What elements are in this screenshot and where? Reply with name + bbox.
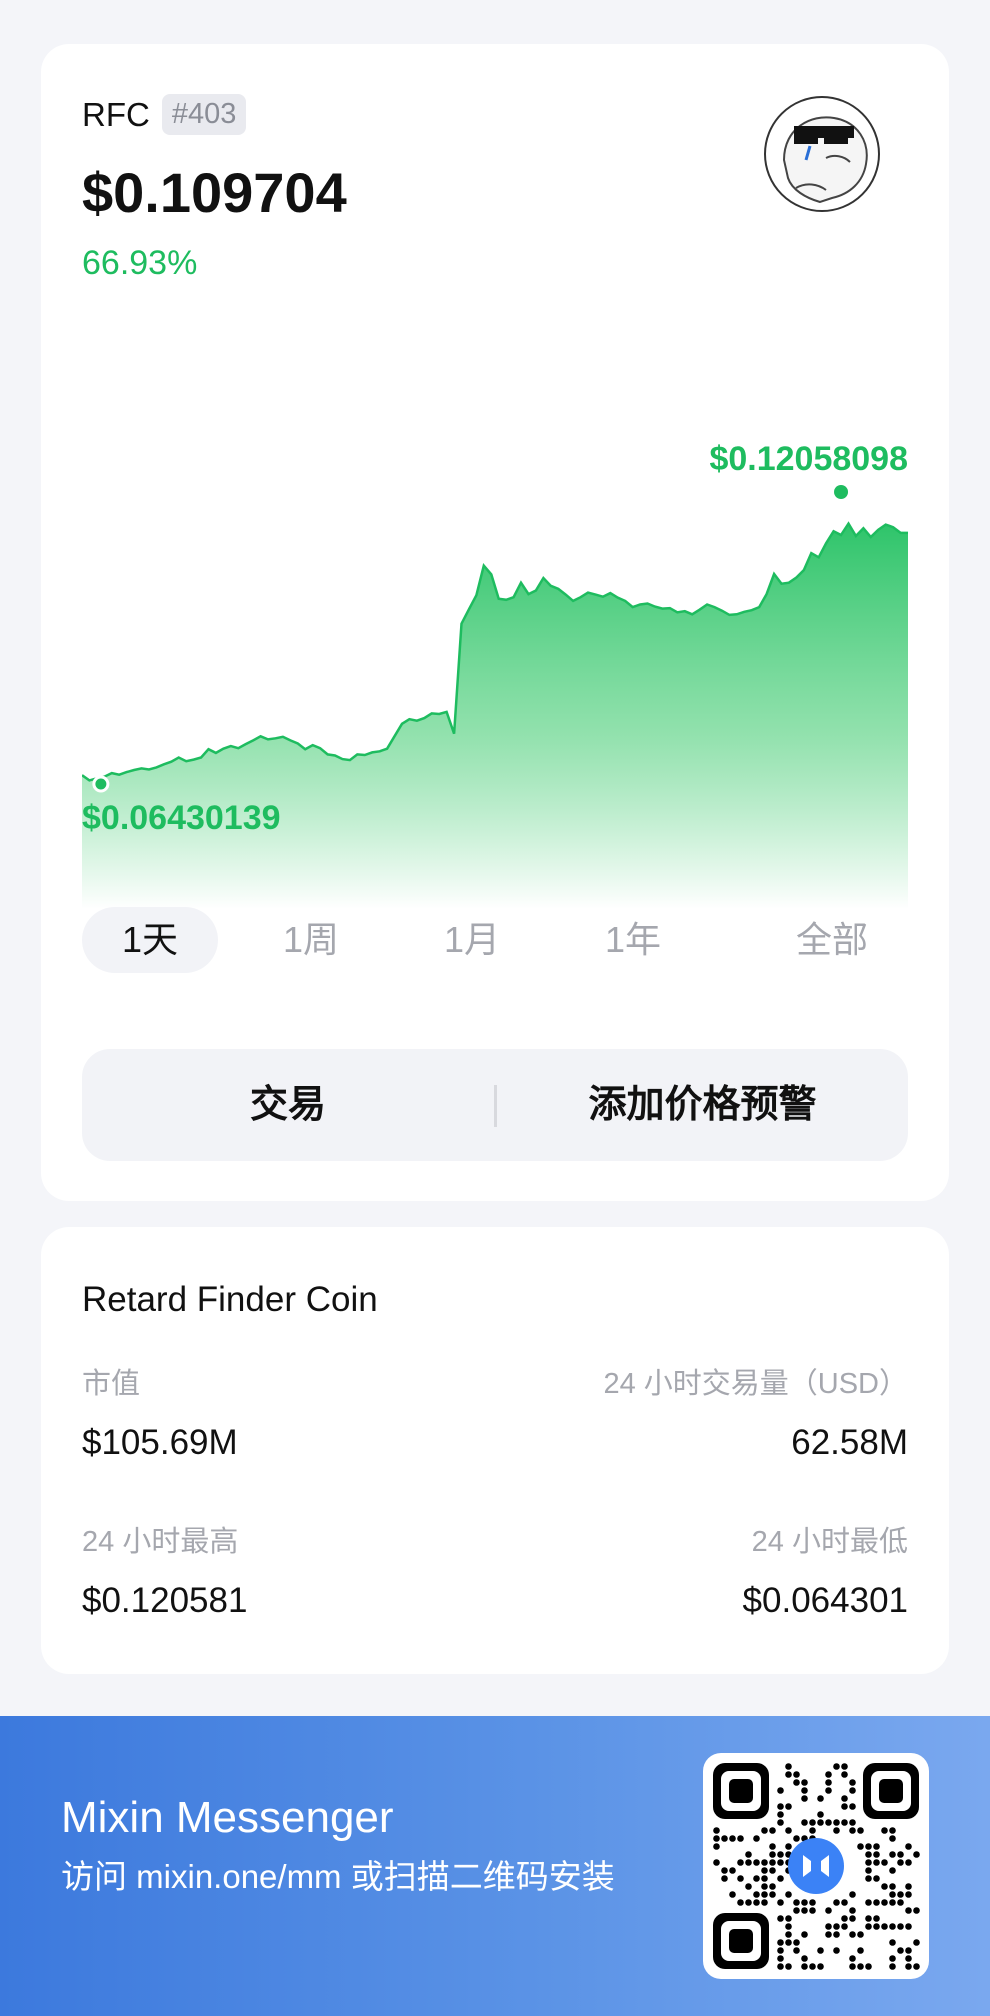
action-bar: 交易 添加价格预警 [82, 1049, 908, 1161]
asset-price: $0.109704 [82, 161, 347, 224]
coin-full-name: Retard Finder Coin [82, 1280, 378, 1319]
tab-1w[interactable]: 1周 [243, 907, 379, 973]
price-change: 66.93% [82, 244, 198, 282]
low-24h-value: $0.064301 [742, 1581, 908, 1620]
download-banner: Mixin Messenger 访问 mixin.one/mm 或扫描二维码安装 [0, 1716, 990, 2016]
add-price-alert-button[interactable]: 添加价格预警 [497, 1049, 908, 1161]
low-point-marker [92, 775, 110, 793]
price-chart: $0.12058098 $0.06430139 [82, 440, 908, 909]
qr-code[interactable] [703, 1753, 929, 1979]
high-point-marker [834, 485, 849, 499]
asset-symbol: RFC [82, 95, 150, 133]
footer-subtitle: 访问 mixin.one/mm 或扫描二维码安装 [61, 1858, 615, 1895]
asset-info-card: Retard Finder Coin 市值 24 小时交易量（USD） $105… [41, 1227, 949, 1674]
asset-card: RFC #403 $0.109704 66.93% $0.12058098 $0 [41, 44, 949, 1201]
volume-label: 24 小时交易量（USD） [603, 1368, 908, 1400]
tab-1y[interactable]: 1年 [565, 907, 701, 973]
low-24h-label: 24 小时最低 [751, 1526, 908, 1558]
qr-code-icon [713, 1763, 920, 1970]
high-24h-value: $0.120581 [82, 1581, 248, 1620]
tab-1d[interactable]: 1天 [82, 907, 218, 973]
market-cap-label: 市值 [82, 1368, 141, 1400]
rank-badge: #403 [161, 94, 247, 135]
symbol-row: RFC #403 [82, 94, 247, 135]
chart-low-label: $0.06430139 [82, 799, 281, 837]
high-24h-label: 24 小时最高 [82, 1526, 239, 1558]
range-tabs: 1天 1周 1月 1年 全部 [82, 907, 908, 973]
footer-app-title: Mixin Messenger [61, 1793, 394, 1842]
chart-high-label: $0.12058098 [709, 440, 908, 478]
market-cap-value: $105.69M [82, 1423, 238, 1462]
tab-all[interactable]: 全部 [756, 907, 908, 973]
tab-1m[interactable]: 1月 [404, 907, 540, 973]
coin-logo-icon [764, 96, 880, 212]
volume-value: 62.58M [791, 1423, 908, 1462]
trade-button[interactable]: 交易 [82, 1049, 494, 1161]
chart-area [82, 523, 908, 909]
